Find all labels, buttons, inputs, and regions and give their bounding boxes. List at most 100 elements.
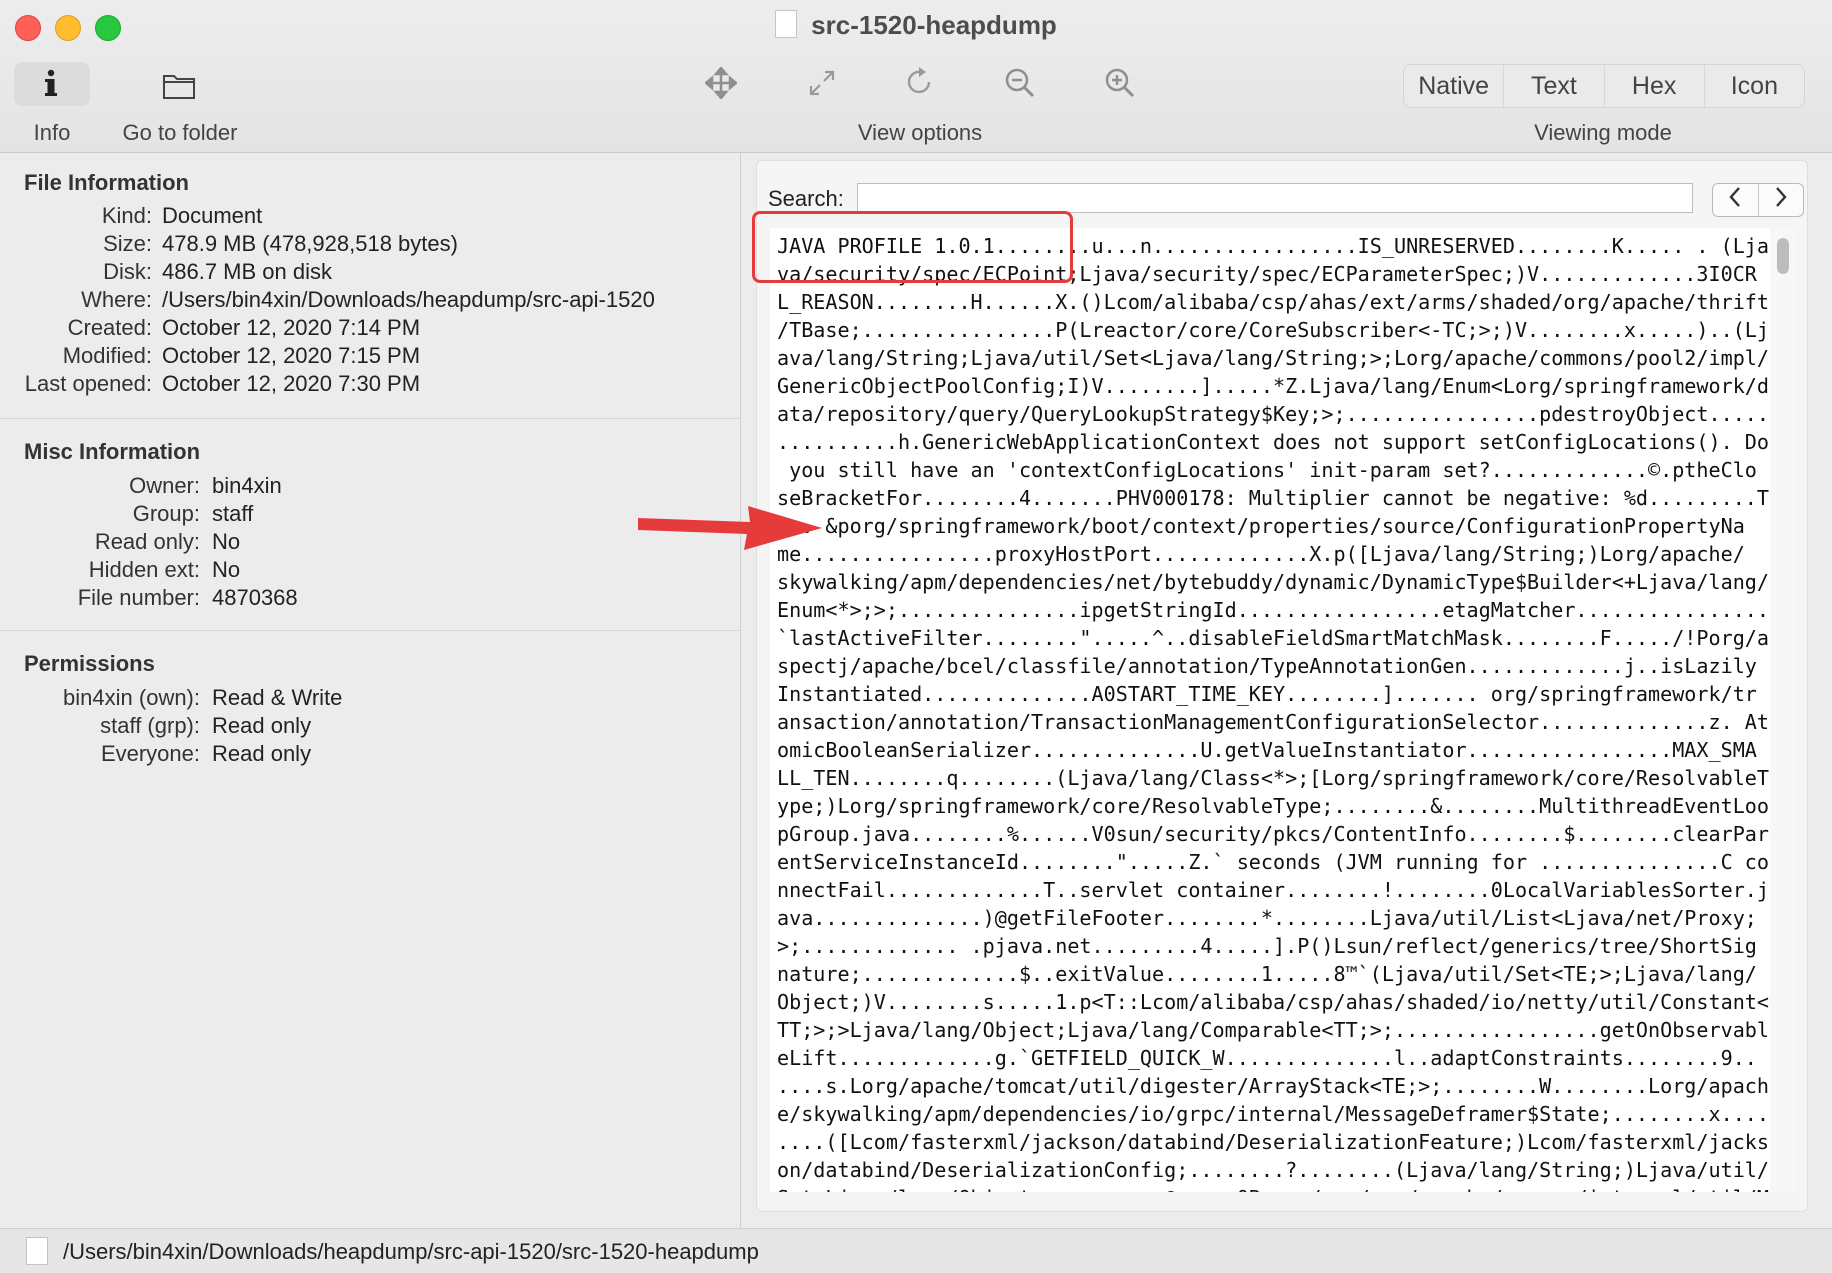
info-row-key: File number:: [77, 585, 200, 610]
text-line: TT;>;>Ljava/lang/Object;Ljava/lang/Compa…: [777, 1018, 1769, 1042]
info-row: Size: 478.9 MB (478,928,518 bytes): [0, 231, 740, 259]
zoom-out-icon[interactable]: [1004, 67, 1036, 99]
text-line: GenericObjectPoolConfig;I)V........]....…: [777, 374, 1769, 398]
info-row-value: Read & Write: [212, 685, 343, 710]
text-line: skywalking/apm/dependencies/net/bytebudd…: [777, 570, 1769, 594]
info-row: Modified: October 12, 2020 7:15 PM: [0, 343, 740, 371]
chevron-right-icon: [1775, 187, 1787, 207]
search-input[interactable]: [857, 183, 1693, 213]
text-line: ava..............)@getFileFooter........…: [777, 906, 1757, 930]
mode-native-button[interactable]: Native: [1404, 65, 1505, 107]
info-row-value: 478.9 MB (478,928,518 bytes): [162, 231, 458, 256]
search-navigation: [1712, 183, 1804, 217]
info-row-value: staff: [212, 501, 254, 526]
info-row-value: 4870368: [212, 585, 298, 610]
viewing-mode-label: Viewing mode: [1534, 120, 1672, 145]
divider: [0, 630, 740, 631]
text-line: `lastActiveFilter........".....^..disabl…: [777, 626, 1769, 650]
text-line: >;............. .pjava.net.........4....…: [777, 934, 1757, 958]
expand-icon[interactable]: [807, 68, 837, 98]
window-title: src-1520-heapdump: [811, 10, 1057, 40]
info-row: Read only: No: [0, 529, 740, 557]
info-panel: File Information Kind: Document Size: 478.9…: [0, 153, 741, 1228]
vertical-scrollbar[interactable]: [1770, 228, 1794, 1192]
info-row-key: Hidden ext:: [88, 557, 200, 582]
info-row-value: No: [212, 529, 241, 554]
info-row: staff (grp): Read only: [0, 713, 740, 741]
info-icon: [45, 69, 57, 96]
text-line: omicBooleanSerializer..............U.get…: [777, 738, 1757, 762]
info-row-key: Created:: [67, 315, 152, 340]
text-line: Instantiated..............A0START_TIME_K…: [777, 682, 1757, 706]
text-line: spectj/apache/bcel/classfile/annotation/…: [777, 654, 1757, 678]
misc-information-title: Misc Information: [24, 439, 201, 464]
text-line: Object;)V........s.....1.p<T::Lcom/aliba…: [777, 990, 1769, 1014]
info-label: Info: [33, 120, 71, 145]
info-row-value: /Users/bin4xin/Downloads/heapdump/src-ap…: [162, 287, 655, 312]
search-label: Search:: [768, 186, 844, 211]
text-line: Set<Ljava/lang/Object;>.........@.....0B…: [777, 1186, 1769, 1192]
text-line: LL_TEN........q........(Ljava/lang/Class…: [777, 766, 1769, 790]
info-row-value: October 12, 2020 7:30 PM: [162, 371, 421, 396]
mode-hex-button[interactable]: Hex: [1605, 65, 1705, 107]
text-line: nnectFail.............T..servlet contain…: [777, 878, 1769, 902]
info-row-key: Modified:: [62, 343, 152, 368]
text-line: ata/repository/query/QueryLookupStrategy…: [777, 402, 1769, 426]
info-row: Created: October 12, 2020 7:14 PM: [0, 315, 740, 343]
info-row-value: October 12, 2020 7:15 PM: [162, 343, 421, 368]
text-line: L_REASON........H......X.()Lcom/alibaba/…: [777, 290, 1769, 314]
mode-icon-button[interactable]: Icon: [1705, 65, 1804, 107]
info-row-value: Read only: [212, 741, 312, 766]
file-information-title: File Information: [24, 170, 189, 195]
text-content-view[interactable]: JAVA PROFILE 1.0.1........u...n.........…: [770, 228, 1770, 1192]
info-row-value: Read only: [212, 713, 312, 738]
text-line: ....s.Lorg/apache/tomcat/util/digester/A…: [777, 1074, 1769, 1098]
info-row-value: bin4xin: [212, 473, 282, 498]
move-icon[interactable]: [705, 67, 737, 99]
info-row-key: Group:: [132, 501, 200, 526]
text-line: entServiceInstanceId........".....Z.` se…: [777, 850, 1769, 874]
info-row-key: Everyone:: [100, 741, 200, 766]
view-options-label: View options: [857, 120, 983, 145]
info-row: File number: 4870368: [0, 585, 740, 613]
mode-text-button[interactable]: Text: [1504, 65, 1605, 107]
rotate-icon[interactable]: [905, 66, 935, 98]
info-row-key: Where:: [81, 287, 152, 312]
folder-icon[interactable]: [162, 72, 196, 100]
info-row: Kind: Document: [0, 203, 740, 231]
info-row-value: No: [212, 557, 241, 582]
text-line: ..........h.GenericWebApplicationContext…: [777, 430, 1769, 454]
zoom-in-icon[interactable]: [1104, 67, 1136, 99]
info-row-key: Owner:: [129, 473, 200, 498]
info-row-key: staff (grp):: [100, 713, 200, 738]
text-line: ava/lang/String;Ljava/util/Set<Ljava/lan…: [777, 346, 1769, 370]
info-row-key: Read only:: [94, 529, 200, 554]
info-row: Everyone: Read only: [0, 741, 740, 769]
text-line: ....([Lcom/fasterxml/jackson/databind/De…: [777, 1130, 1769, 1154]
text-line: nature;.............$..exitValue........…: [777, 962, 1757, 986]
text-line: ... &porg/springframework/boot/context/p…: [777, 514, 1745, 538]
go-to-folder-label: Go to folder: [122, 120, 238, 145]
text-line: you still have an 'contextConfigLocation…: [777, 458, 1757, 482]
info-row-value: Document: [162, 203, 263, 228]
text-line: ype;)Lorg/springframework/core/Resolvabl…: [777, 794, 1769, 818]
info-row-value: 486.7 MB on disk: [162, 259, 332, 284]
info-row-key: Last opened:: [24, 371, 152, 396]
info-row-value: October 12, 2020 7:14 PM: [162, 315, 421, 340]
text-line: pGroup.java........%......V0sun/security…: [777, 822, 1769, 846]
scrollbar-thumb[interactable]: [1777, 238, 1789, 274]
permissions-title: Permissions: [24, 651, 155, 676]
info-row-key: bin4xin (own):: [63, 685, 200, 710]
chevron-left-icon: [1729, 187, 1741, 207]
status-path: /Users/bin4xin/Downloads/heapdump/src-ap…: [63, 1239, 759, 1264]
text-line: eLift.............g.`GETFIELD_QUICK_W...…: [777, 1046, 1757, 1070]
previous-match-button[interactable]: [1713, 184, 1759, 216]
next-match-button[interactable]: [1759, 184, 1804, 216]
red-arrow-annotation: [638, 506, 822, 550]
text-line: seBracketFor........4.......PHV000178: M…: [777, 486, 1769, 510]
text-line: /TBase;................P(Lreactor/core/C…: [777, 318, 1769, 342]
divider: [0, 418, 740, 419]
info-row: Hidden ext: No: [0, 557, 740, 585]
document-icon: [26, 1237, 48, 1265]
info-row: Last opened: October 12, 2020 7:30 PM: [0, 371, 740, 399]
